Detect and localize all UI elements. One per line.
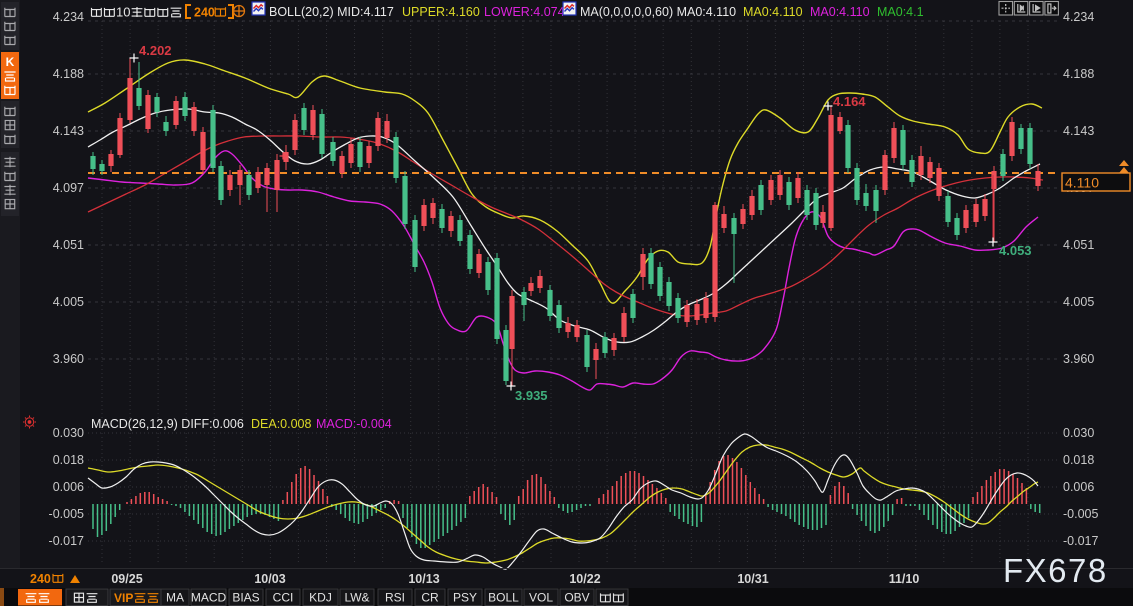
svg-text:10/31: 10/31 — [737, 572, 768, 586]
svg-text:MACD: MACD — [191, 591, 227, 605]
svg-text:4.234: 4.234 — [1063, 10, 1094, 24]
svg-text:-0.017: -0.017 — [49, 534, 84, 548]
svg-text:10/03: 10/03 — [254, 572, 285, 586]
svg-text:PSY: PSY — [453, 591, 477, 605]
svg-text:0.030: 0.030 — [53, 426, 84, 440]
svg-text:0.006: 0.006 — [53, 480, 84, 494]
svg-text:3.935: 3.935 — [515, 388, 548, 403]
svg-text:0.006: 0.006 — [1063, 480, 1094, 494]
svg-text:-0.005: -0.005 — [1063, 507, 1098, 521]
svg-text:MA0:4.110: MA0:4.110 — [743, 5, 803, 19]
svg-text:10/22: 10/22 — [569, 572, 600, 586]
svg-text:CCI: CCI — [273, 591, 294, 605]
svg-text:KDJ: KDJ — [309, 591, 332, 605]
svg-text:MACD(26,12,9) DIFF:0.006: MACD(26,12,9) DIFF:0.006 — [91, 417, 244, 431]
svg-text:VIP: VIP — [114, 591, 133, 605]
svg-text:OBV: OBV — [564, 591, 589, 605]
svg-text:0.030: 0.030 — [1063, 426, 1094, 440]
svg-text:UPPER:4.160: UPPER:4.160 — [402, 5, 480, 19]
svg-text:240: 240 — [30, 572, 51, 586]
svg-text:DEA:0.008: DEA:0.008 — [251, 417, 312, 431]
svg-text:3.960: 3.960 — [53, 352, 84, 366]
svg-text:4.188: 4.188 — [53, 67, 84, 81]
svg-text:09/25: 09/25 — [111, 572, 142, 586]
svg-text:LOWER:4.074: LOWER:4.074 — [484, 5, 565, 19]
svg-text:3.960: 3.960 — [1063, 352, 1094, 366]
svg-text:4.143: 4.143 — [53, 124, 84, 138]
svg-text:4.053: 4.053 — [999, 243, 1032, 258]
svg-text:4.097: 4.097 — [53, 181, 84, 195]
svg-text:RSI: RSI — [385, 591, 405, 605]
svg-text:K: K — [6, 55, 15, 69]
svg-text:4.188: 4.188 — [1063, 67, 1094, 81]
svg-text:MA0:4.110: MA0:4.110 — [810, 5, 870, 19]
svg-text:4.164: 4.164 — [833, 94, 866, 109]
svg-text:10: 10 — [116, 5, 130, 20]
svg-text:4.202: 4.202 — [139, 43, 172, 58]
svg-text:VOL: VOL — [529, 591, 553, 605]
svg-text:-0.005: -0.005 — [49, 507, 84, 521]
svg-text:4.051: 4.051 — [53, 238, 84, 252]
svg-text:CR: CR — [421, 591, 439, 605]
svg-text:BIAS: BIAS — [232, 591, 259, 605]
svg-text:LW&: LW& — [344, 591, 369, 605]
svg-text:MA0:4.1: MA0:4.1 — [877, 5, 924, 19]
svg-text:11/10: 11/10 — [889, 572, 920, 586]
svg-text:MACD:-0.004: MACD:-0.004 — [316, 417, 392, 431]
svg-text:10/13: 10/13 — [408, 572, 439, 586]
svg-text:4.143: 4.143 — [1063, 124, 1094, 138]
svg-text:BOLL(20,2) MID:4.117: BOLL(20,2) MID:4.117 — [269, 5, 394, 19]
svg-text:MA: MA — [166, 591, 184, 605]
svg-text:4.110: 4.110 — [1065, 175, 1099, 191]
svg-text:MA(0,0,0,0,0,60) MA0:4.110: MA(0,0,0,0,0,60) MA0:4.110 — [580, 5, 736, 19]
svg-text:4.234: 4.234 — [53, 10, 84, 24]
svg-text:240: 240 — [194, 6, 215, 20]
svg-text:4.005: 4.005 — [1063, 295, 1094, 309]
svg-text:FX678: FX678 — [1003, 552, 1108, 589]
svg-text:BOLL: BOLL — [488, 591, 519, 605]
svg-text:0.018: 0.018 — [53, 453, 84, 467]
svg-text:4.005: 4.005 — [53, 295, 84, 309]
svg-text:4.051: 4.051 — [1063, 238, 1094, 252]
svg-text:0.018: 0.018 — [1063, 453, 1094, 467]
svg-text:-0.017: -0.017 — [1063, 534, 1098, 548]
